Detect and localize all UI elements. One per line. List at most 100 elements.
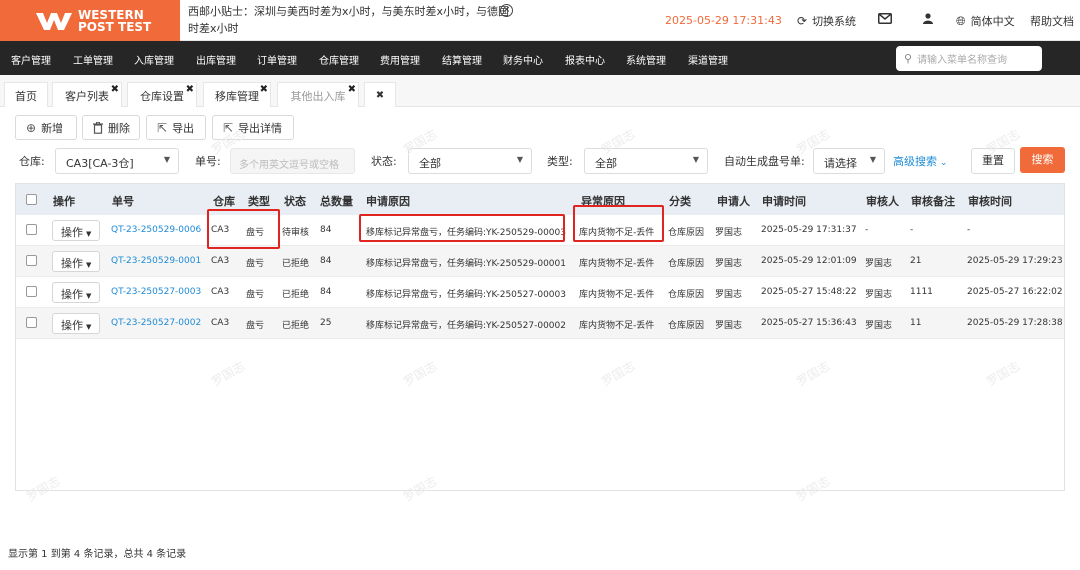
logo-line2-b: TEST	[118, 19, 152, 34]
cell-status: 已拒绝	[282, 290, 310, 300]
order-input[interactable]: 多个用英文逗号或空格	[230, 148, 355, 174]
status-select[interactable]: 全部 ▼	[408, 148, 532, 174]
col-header: 审核备注	[911, 195, 955, 208]
help-link[interactable]: 帮助文档	[1030, 13, 1074, 29]
row-action-button[interactable]: 操作 ▼	[52, 313, 100, 334]
tab-customer-list[interactable]: 客户列表 ✖	[52, 82, 122, 107]
tip-text: 西邮小贴士：深圳与美西时差为x小时，与美东时差x小时，与德国时差x小时	[188, 5, 510, 35]
highlight-box-warehouse-type	[207, 209, 280, 249]
tab-label: 移库管理	[215, 90, 259, 103]
warehouse-select[interactable]: CA3[CA-3仓] ▼	[55, 148, 179, 174]
close-tab-icon[interactable]: ✖	[260, 84, 268, 95]
cell-reason: 移库标记异常盘亏，任务编码:YK-250527-00002	[366, 321, 566, 331]
tab-home[interactable]: 首页	[4, 82, 48, 107]
tab-warehouse-settings[interactable]: 仓库设置 ✖	[127, 82, 197, 107]
cell-applicant: 罗国志	[715, 290, 743, 300]
order-number-link[interactable]: QT-23-250529-0001	[111, 256, 201, 266]
advanced-search-link[interactable]: 高级搜索 ⌄	[893, 153, 947, 169]
tab-transfer-management[interactable]: 移库管理 ✖	[203, 82, 271, 107]
switch-system-button[interactable]: ⟳ 切换系统	[797, 13, 856, 29]
cell-status: 待审核	[282, 228, 310, 238]
logo-w-icon	[36, 12, 72, 30]
logo-text: WESTERN POST TEST	[78, 9, 151, 33]
close-tab-icon[interactable]: ✖	[186, 84, 194, 95]
close-all-tabs-button[interactable]: ✖	[364, 82, 396, 107]
auto-count-value: 请选择	[824, 157, 857, 170]
col-header: 分类	[669, 195, 691, 208]
col-header: 状态	[284, 195, 306, 208]
add-button[interactable]: ⊕ 新增	[15, 115, 77, 140]
table-row[interactable]: 操作 ▼ QT-23-250529-0001 CA3 盘亏 已拒绝 84 移库标记…	[16, 246, 1064, 277]
user-button[interactable]	[923, 13, 933, 24]
select-all-checkbox[interactable]	[26, 194, 37, 205]
auto-count-label: 自动生成盘号单:	[724, 155, 805, 168]
nav-item[interactable]: 费用管理	[380, 52, 420, 67]
cell-applicant: 罗国志	[715, 259, 743, 269]
logo[interactable]: WESTERN POST TEST	[0, 0, 180, 41]
cell-abnormal: 库内货物不足-丢件	[579, 321, 655, 331]
row-action-label: 操作	[61, 226, 83, 239]
nav-item[interactable]: 渠道管理	[688, 52, 728, 67]
tab-label: 客户列表	[65, 90, 109, 103]
cell-audit-note: 21	[910, 256, 922, 266]
cell-auditor: 罗国志	[865, 259, 893, 269]
cell-warehouse: CA3	[211, 287, 230, 297]
tip-close-icon[interactable]: ×	[500, 4, 513, 17]
nav-item[interactable]: 订单管理	[257, 52, 297, 67]
tab-other-in-out[interactable]: 其他出入库 ✖	[277, 82, 359, 107]
nav-item[interactable]: 客户管理	[11, 52, 51, 67]
row-action-button[interactable]: 操作 ▼	[52, 220, 100, 241]
top-bar: WESTERN POST TEST 西邮小贴士：深圳与美西时差为x小时，与美东时…	[0, 0, 1080, 41]
cell-warehouse: CA3	[211, 256, 230, 266]
order-number-link[interactable]: QT-23-250527-0002	[111, 318, 201, 328]
nav-item[interactable]: 出库管理	[196, 52, 236, 67]
nav-item[interactable]: 系统管理	[626, 52, 666, 67]
data-table: 操作 单号 仓库 类型 状态 总数量 申请原因 异常原因 分类 申请人 申请时间…	[15, 183, 1065, 491]
row-action-button[interactable]: 操作 ▼	[52, 282, 100, 303]
order-number-link[interactable]: QT-23-250527-0003	[111, 287, 201, 297]
order-number-link[interactable]: QT-23-250529-0006	[111, 225, 201, 235]
language-button[interactable]: 🌐︎ 简体中文	[956, 13, 1015, 29]
cell-type: 盘亏	[246, 290, 265, 300]
status-value: 全部	[419, 157, 441, 170]
menu-search-placeholder: 请输入菜单名称查询	[917, 55, 1008, 66]
col-header: 审核时间	[968, 195, 1012, 208]
row-checkbox[interactable]	[26, 286, 37, 297]
row-checkbox[interactable]	[26, 317, 37, 328]
nav-item[interactable]: 入库管理	[134, 52, 174, 67]
search-button[interactable]: 搜索	[1020, 147, 1065, 173]
cell-audit-time: 2025-05-29 17:28:38	[967, 318, 1063, 328]
table-row[interactable]: 操作 ▼ QT-23-250527-0002 CA3 盘亏 已拒绝 25 移库标记…	[16, 308, 1064, 339]
cell-category: 仓库原因	[668, 321, 705, 331]
type-value: 全部	[595, 157, 617, 170]
nav-item[interactable]: 报表中心	[565, 52, 605, 67]
cell-warehouse: CA3	[211, 318, 230, 328]
auto-count-select[interactable]: 请选择 ▼	[813, 148, 885, 174]
nav-item[interactable]: 结算管理	[442, 52, 482, 67]
row-checkbox[interactable]	[26, 224, 37, 235]
add-label: 新增	[41, 121, 64, 135]
export-button[interactable]: ⇱ 导出	[146, 115, 206, 140]
table-row[interactable]: 操作 ▼ QT-23-250527-0003 CA3 盘亏 已拒绝 84 移库标记…	[16, 277, 1064, 308]
menu-search-input[interactable]: ⚲ 请输入菜单名称查询	[896, 46, 1042, 71]
row-action-button[interactable]: 操作 ▼	[52, 251, 100, 272]
close-tab-icon[interactable]: ✖	[348, 84, 356, 95]
row-checkbox[interactable]	[26, 255, 37, 266]
nav-item[interactable]: 仓库管理	[319, 52, 359, 67]
nav-item[interactable]: 财务中心	[503, 52, 543, 67]
cell-auditor: -	[865, 225, 869, 235]
col-header: 单号	[112, 195, 134, 208]
page-tabs: 首页 客户列表 ✖ 仓库设置 ✖ 移库管理 ✖ 其他出入库 ✖ ✖	[0, 75, 1080, 107]
caret-down-icon: ▼	[86, 261, 92, 269]
nav-item[interactable]: 工单管理	[73, 52, 113, 67]
cell-audit-time: 2025-05-27 16:22:02	[967, 287, 1063, 297]
cell-applicant: 罗国志	[715, 321, 743, 331]
mail-icon	[878, 13, 892, 24]
cell-applicant: 罗国志	[715, 228, 743, 238]
delete-button[interactable]: 删除	[82, 115, 140, 140]
cell-type: 盘亏	[246, 259, 265, 269]
plus-circle-icon: ⊕	[26, 120, 37, 135]
highlight-box-reason	[359, 214, 565, 242]
mail-button[interactable]	[878, 13, 892, 24]
close-tab-icon[interactable]: ✖	[111, 84, 119, 95]
